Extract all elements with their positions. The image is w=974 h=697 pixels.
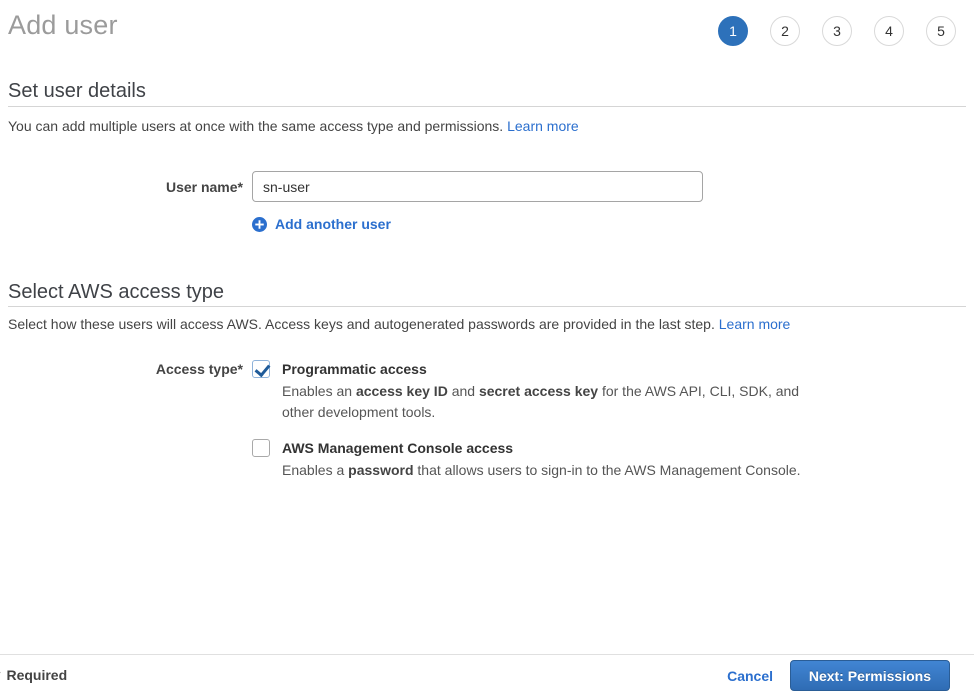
learn-more-link-user-details[interactable]: Learn more bbox=[507, 118, 579, 134]
cancel-button[interactable]: Cancel bbox=[727, 668, 773, 684]
step-indicator-2: 2 bbox=[770, 16, 800, 46]
user-details-description-text: You can add multiple users at once with … bbox=[8, 118, 503, 134]
step-indicator-1: 1 bbox=[718, 16, 748, 46]
section-heading-access-type: Select AWS access type bbox=[8, 281, 224, 304]
option-description: Enables an access key ID and secret acce… bbox=[282, 381, 810, 423]
access-type-options: Programmatic access Enables an access ke… bbox=[252, 359, 810, 496]
step-indicator-5: 5 bbox=[926, 16, 956, 46]
section-heading-user-details: Set user details bbox=[8, 80, 146, 103]
access-type-option: Programmatic access Enables an access ke… bbox=[252, 359, 810, 423]
required-note: * Required bbox=[0, 667, 67, 683]
option-checkbox[interactable] bbox=[252, 439, 270, 457]
access-type-description: Select how these users will access AWS. … bbox=[8, 316, 790, 333]
access-type-description-text: Select how these users will access AWS. … bbox=[8, 316, 715, 332]
progress-steps: 12345 bbox=[718, 16, 956, 46]
page-title: Add user bbox=[8, 10, 118, 41]
add-another-user-row[interactable]: Add another user bbox=[252, 216, 391, 232]
plus-circle-icon bbox=[252, 217, 267, 232]
option-body: Programmatic access Enables an access ke… bbox=[282, 359, 810, 423]
add-another-user-link[interactable]: Add another user bbox=[275, 216, 391, 232]
required-label: Required bbox=[6, 667, 67, 683]
step-indicator-3: 3 bbox=[822, 16, 852, 46]
access-type-label: Access type* bbox=[8, 361, 243, 377]
option-title[interactable]: AWS Management Console access bbox=[282, 438, 801, 458]
user-details-description: You can add multiple users at once with … bbox=[8, 118, 579, 135]
divider bbox=[8, 106, 966, 107]
user-name-input[interactable] bbox=[252, 171, 703, 202]
option-checkbox[interactable] bbox=[252, 360, 270, 378]
option-title[interactable]: Programmatic access bbox=[282, 359, 810, 379]
user-name-label: User name* bbox=[8, 179, 243, 195]
next-permissions-button[interactable]: Next: Permissions bbox=[790, 660, 950, 691]
option-description: Enables a password that allows users to … bbox=[282, 460, 801, 481]
learn-more-link-access-type[interactable]: Learn more bbox=[719, 316, 791, 332]
divider bbox=[8, 306, 966, 307]
footer-divider bbox=[0, 654, 974, 655]
access-type-option: AWS Management Console access Enables a … bbox=[252, 438, 810, 481]
option-body: AWS Management Console access Enables a … bbox=[282, 438, 801, 481]
step-indicator-4: 4 bbox=[874, 16, 904, 46]
